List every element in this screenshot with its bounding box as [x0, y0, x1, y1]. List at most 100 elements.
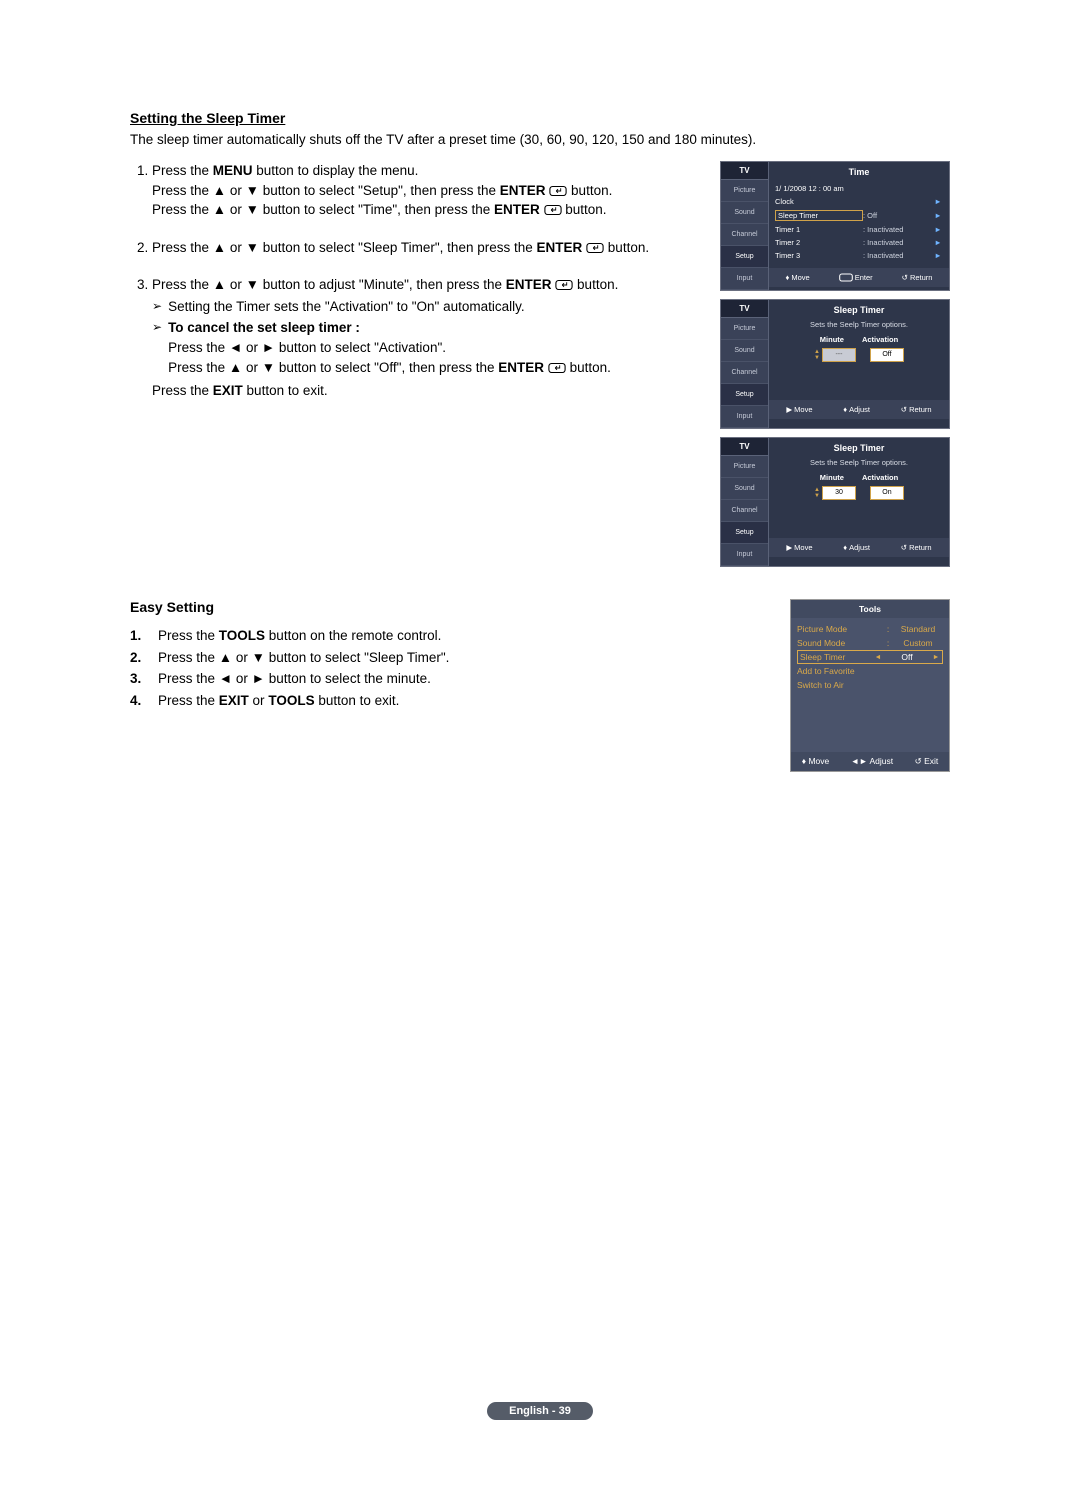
enter-word: ENTER: [498, 360, 544, 375]
col-activation: Activation: [862, 473, 898, 482]
num: 4.: [130, 690, 148, 712]
enter-icon: [555, 277, 573, 289]
note-icon: ➢: [152, 318, 162, 377]
minute-value[interactable]: 30: [822, 486, 856, 500]
sidebar-item-setup[interactable]: Setup: [721, 522, 768, 544]
enter-icon: [548, 360, 566, 372]
tools-title: Tools: [791, 600, 949, 618]
minute-value[interactable]: ---: [822, 348, 856, 362]
section-heading: Setting the Sleep Timer: [130, 110, 950, 126]
text: button to exit.: [243, 383, 328, 398]
hint-return: ↺ Return: [901, 543, 932, 552]
sidebar-item-input[interactable]: Input: [721, 268, 768, 290]
page-number: English - 39: [487, 1402, 593, 1420]
sidebar-item-picture[interactable]: Picture: [721, 318, 768, 340]
row-sleep-timer[interactable]: Sleep Timer: [775, 210, 863, 221]
osd-title: Sleep Timer: [769, 300, 949, 320]
tv-label: TV: [721, 438, 768, 456]
text: Press the ▲ or ▼ button to select "Off",…: [168, 360, 498, 375]
triangle-left-icon: ◄: [874, 654, 882, 661]
easy-heading: Easy Setting: [130, 599, 704, 615]
hint-adjust: ♦ Adjust: [843, 543, 870, 552]
tools-switch-air[interactable]: Switch to Air: [797, 680, 943, 690]
sidebar-item-channel[interactable]: Channel: [721, 362, 768, 384]
text: Press the ▲ or ▼ button to select "Setup…: [152, 183, 500, 198]
text: Press the ▲ or ▼ button to adjust "Minut…: [152, 277, 506, 292]
col-minute: Minute: [820, 473, 844, 482]
sidebar-item-input[interactable]: Input: [721, 544, 768, 566]
text: button.: [570, 360, 611, 375]
num: 2.: [130, 647, 148, 669]
menu-word: MENU: [213, 163, 253, 178]
osd-column: TV Picture Sound Channel Setup Input Tim…: [720, 161, 950, 567]
activation-value[interactable]: Off: [870, 348, 904, 362]
tools-sound-mode[interactable]: Sound Mode: [797, 638, 883, 648]
text: button on the remote control.: [265, 628, 441, 643]
enter-word: ENTER: [494, 202, 540, 217]
row-clock[interactable]: Clock: [775, 197, 863, 206]
hint-move: ▶ Move: [786, 543, 812, 552]
row-timer2[interactable]: Timer 2: [775, 238, 863, 247]
section-intro: The sleep timer automatically shuts off …: [130, 132, 950, 147]
easy-setting-instructions: Easy Setting 1.Press the TOOLS button on…: [130, 599, 704, 772]
sidebar-item-picture[interactable]: Picture: [721, 180, 768, 202]
activation-value[interactable]: On: [870, 486, 904, 500]
tools-word: TOOLS: [219, 628, 265, 643]
sidebar-item-input[interactable]: Input: [721, 406, 768, 428]
triangle-right-icon: ►: [932, 654, 940, 661]
osd-subtitle: Sets the Seelp Timer options.: [769, 458, 949, 473]
tv-label: TV: [721, 300, 768, 318]
enter-icon: [544, 202, 562, 214]
val: : Inactivated: [863, 238, 933, 247]
text: Enter: [855, 273, 873, 282]
instructions-column: Press the MENU button to display the men…: [130, 161, 704, 419]
step-3: Press the ▲ or ▼ button to adjust "Minut…: [152, 275, 704, 400]
text: Return: [909, 543, 932, 552]
text: Press the ▲ or ▼ button to select "Time"…: [152, 202, 494, 217]
text: Adjust: [849, 543, 870, 552]
sidebar-item-setup[interactable]: Setup: [721, 384, 768, 406]
row-timer3[interactable]: Timer 3: [775, 251, 863, 260]
text: Press the ▲ or ▼ button to select "Sleep…: [158, 647, 449, 669]
osd-datetime: 1/ 1/2008 12 : 00 am: [769, 182, 949, 195]
sidebar-item-sound[interactable]: Sound: [721, 478, 768, 500]
tools-menu: Tools Picture Mode:Standard Sound Mode:C…: [790, 599, 950, 772]
hint-adjust: ♦ Adjust: [843, 405, 870, 414]
sidebar-item-channel[interactable]: Channel: [721, 224, 768, 246]
hint-return: ↺ Return: [901, 405, 932, 414]
tv-label: TV: [721, 162, 768, 180]
tools-picture-mode[interactable]: Picture Mode: [797, 624, 883, 634]
sidebar-item-picture[interactable]: Picture: [721, 456, 768, 478]
sidebar-item-channel[interactable]: Channel: [721, 500, 768, 522]
val: : Inactivated: [863, 251, 933, 260]
sidebar-item-setup[interactable]: Setup: [721, 246, 768, 268]
step-1: Press the MENU button to display the men…: [152, 161, 704, 220]
enter-word: ENTER: [506, 277, 552, 292]
cancel-heading: To cancel the set sleep timer :: [168, 320, 360, 335]
enter-icon: [586, 240, 604, 252]
osd-title: Sleep Timer: [769, 438, 949, 458]
text: or: [249, 693, 269, 708]
note-text: Setting the Timer sets the "Activation" …: [168, 297, 525, 317]
text: button.: [608, 240, 649, 255]
hint-exit: ↺ Exit: [915, 756, 939, 767]
row-timer1[interactable]: Timer 1: [775, 225, 863, 234]
tools-sleep-timer[interactable]: Sleep Timer: [800, 652, 874, 662]
sidebar-item-sound[interactable]: Sound: [721, 202, 768, 224]
hint-move: ▶ Move: [786, 405, 812, 414]
sidebar-item-sound[interactable]: Sound: [721, 340, 768, 362]
osd-sleep-timer-on: TV Picture Sound Channel Setup Input Sle…: [720, 437, 950, 567]
val: Off: [882, 652, 932, 662]
tools-add-favorite[interactable]: Add to Favorite: [797, 666, 943, 676]
chevron-right-icon: ►: [933, 251, 943, 260]
text: button.: [577, 277, 618, 292]
easy-step-3: 3.Press the ◄ or ► button to select the …: [130, 668, 704, 690]
text: Return: [909, 405, 932, 414]
text: Adjust: [849, 405, 870, 414]
text: button.: [571, 183, 612, 198]
val: : Off: [863, 211, 933, 220]
step-2: Press the ▲ or ▼ button to select "Sleep…: [152, 238, 704, 258]
text: Move: [794, 543, 812, 552]
adjust-arrows-icon: ▲▼: [814, 349, 820, 361]
easy-step-1: 1.Press the TOOLS button on the remote c…: [130, 625, 704, 647]
